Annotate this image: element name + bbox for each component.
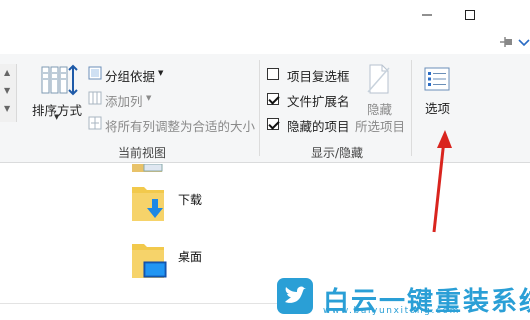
file-extensions-toggle[interactable]: 文件扩展名 — [267, 91, 357, 109]
maximize-icon — [465, 10, 475, 20]
sort-dropdown-icon: ▼ — [54, 113, 60, 121]
folder-name: 桌面 — [178, 250, 203, 264]
sort-by-button[interactable]: 排序方式 ▼ — [26, 60, 84, 121]
group-by-dropdown-icon: ▼ — [158, 69, 164, 77]
divider — [259, 60, 260, 156]
chevron-down-icon[interactable] — [518, 38, 530, 48]
add-column-label: 添加列 — [105, 94, 143, 109]
folder-top-partial — [132, 163, 164, 173]
hidden-items-label: 隐藏的项目 — [287, 119, 350, 134]
desktop-folder-icon — [132, 244, 167, 278]
add-column-icon — [88, 91, 102, 105]
file-extensions-label: 文件扩展名 — [287, 94, 350, 109]
list-item[interactable]: 桌面 — [130, 240, 240, 282]
more-icon[interactable]: ▼ — [4, 104, 10, 113]
show-hide-group-label: 显示/隐藏 — [310, 146, 364, 160]
hide-selected-label-2: 所选项目 — [355, 119, 406, 134]
fit-columns-button[interactable]: 将所有列调整为合适的大小 — [88, 115, 256, 134]
sort-icon — [41, 64, 78, 96]
item-checkboxes-label: 项目复选框 — [287, 69, 350, 84]
item-checkboxes-checkbox[interactable] — [267, 68, 279, 80]
group-by-icon — [88, 66, 102, 80]
folder-name: 下载 — [178, 193, 203, 207]
group-by-label: 分组依据 — [105, 69, 156, 84]
minimize-button[interactable] — [404, 0, 450, 30]
item-checkboxes-toggle[interactable]: 项目复选框 — [267, 66, 357, 84]
fit-columns-icon — [88, 116, 102, 130]
divider — [0, 303, 290, 304]
twitter-bird-icon — [277, 278, 313, 314]
annotation-arrow — [432, 130, 452, 233]
ribbon-toggle-row — [0, 30, 530, 54]
scroll-down-icon[interactable]: ▼ — [4, 86, 10, 95]
fit-columns-label: 将所有列调整为合适的大小 — [105, 119, 256, 134]
options-label: 选项 — [425, 101, 451, 116]
options-button[interactable]: 选项 — [416, 62, 458, 122]
hide-selected-icon — [367, 64, 390, 94]
layout-scroll[interactable]: ▲ ▼ ▼ — [0, 64, 17, 122]
minimize-icon — [422, 14, 432, 16]
hidden-items-checkbox[interactable] — [267, 118, 279, 130]
hidden-items-toggle[interactable]: 隐藏的项目 — [267, 116, 357, 134]
current-view-group-label: 当前视图 — [117, 146, 166, 160]
add-column-button[interactable]: 添加列 ▼ — [88, 90, 158, 109]
maximize-button[interactable] — [447, 0, 493, 30]
add-column-dropdown-icon: ▼ — [146, 94, 152, 102]
download-folder-icon — [132, 187, 164, 221]
options-icon — [424, 67, 450, 91]
list-item[interactable]: 下载 — [130, 183, 240, 225]
title-bar — [0, 0, 530, 30]
pin-icon[interactable] — [500, 37, 514, 47]
scroll-up-icon[interactable]: ▲ — [4, 68, 10, 77]
divider — [411, 60, 412, 156]
hide-selected-button[interactable]: 隐藏 所选项目 — [353, 62, 407, 134]
folder-icon — [132, 163, 163, 172]
group-by-button[interactable]: 分组依据 ▼ — [88, 65, 168, 84]
watermark-url: www.baiyunxitong.com — [323, 306, 460, 316]
file-extensions-checkbox[interactable] — [267, 93, 279, 105]
